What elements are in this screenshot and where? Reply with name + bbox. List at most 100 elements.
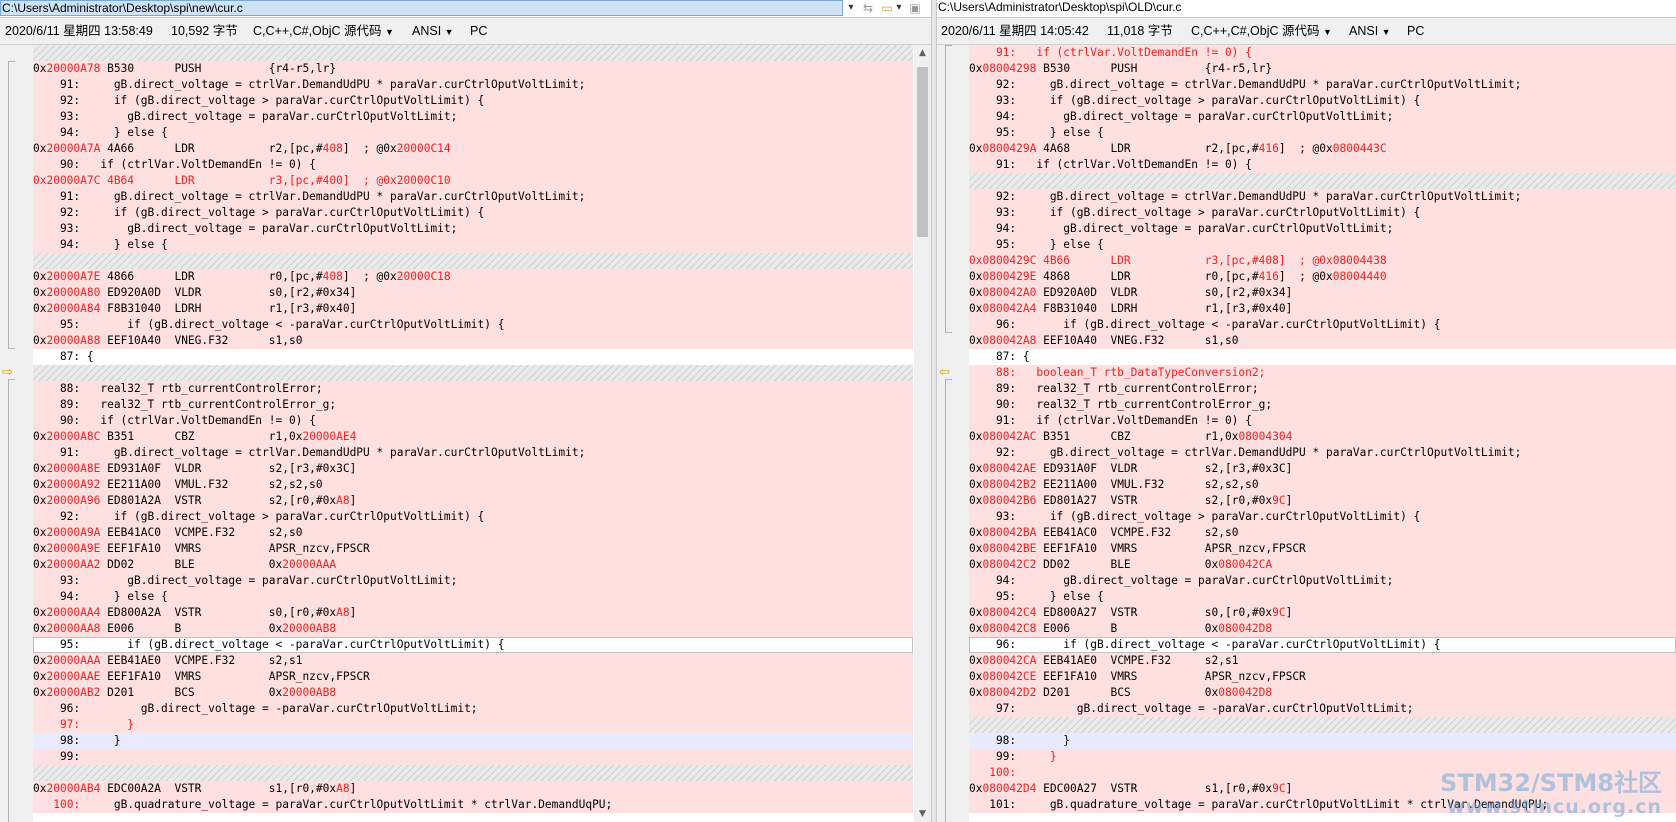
code-line[interactable]: 0x080042BE EEF1FA10 VMRS APSR_nzcv,FPSCR [969,541,1676,557]
code-line[interactable]: 92: if (gB.direct_voltage > paraVar.curC… [33,205,913,221]
code-line[interactable]: 0x080042BA EEB41AC0 VCMPE.F32 s2,s0 [969,525,1676,541]
diff-gap-row[interactable] [33,253,913,269]
code-line[interactable]: 0x080042A8 EEF10A40 VNEG.F32 s1,s0 [969,333,1676,349]
code-line[interactable]: 87: { [33,349,913,365]
code-line[interactable]: 92: if (gB.direct_voltage > paraVar.curC… [33,93,913,109]
code-line[interactable]: 92: gB.direct_voltage = ctrlVar.DemandUd… [969,189,1676,205]
code-line[interactable]: 0x20000A8E ED931A0F VLDR s2,[r3,#0x3C] [33,461,913,477]
code-line[interactable]: 92: gB.direct_voltage = ctrlVar.DemandUd… [969,77,1676,93]
code-line[interactable]: 92: gB.direct_voltage = ctrlVar.DemandUd… [969,445,1676,461]
code-line[interactable]: 94: } else { [33,125,913,141]
code-line[interactable]: 0x080042B2 EE211A00 VMUL.F32 s2,s2,s0 [969,477,1676,493]
scroll-down-icon[interactable]: ▼ [914,806,931,822]
code-line[interactable]: 0x20000AAE EEF1FA10 VMRS APSR_nzcv,FPSCR [33,669,913,685]
code-line[interactable]: 99: [33,749,913,765]
code-line[interactable]: 0x080042A0 ED920A0D VLDR s0,[r2,#0x34] [969,285,1676,301]
code-line[interactable]: 96: if (gB.direct_voltage < -paraVar.cur… [969,637,1676,653]
code-line[interactable]: 95: } else { [969,125,1676,141]
left-encoding-select[interactable]: ANSI ▼ [412,18,454,45]
code-line[interactable]: 91: if (ctrlVar.VoltDemandEn != 0) { [969,413,1676,429]
left-vertical-scrollbar[interactable]: ▲ ▼ [914,45,931,822]
left-scroll-thumb[interactable] [917,67,928,237]
code-line[interactable]: 0x20000A88 EEF10A40 VNEG.F32 s1,s0 [33,333,913,349]
code-line[interactable]: 95: if (gB.direct_voltage < -paraVar.cur… [33,637,913,653]
code-line[interactable]: 0x080042C2 DD02 BLE 0x080042CA [969,557,1676,573]
diff-gap-row[interactable] [969,717,1676,733]
code-line[interactable]: 0x20000A9E EEF1FA10 VMRS APSR_nzcv,FPSCR [33,541,913,557]
folder-open-icon[interactable]: ▭ [880,1,894,15]
code-line[interactable]: 0x20000AAA EEB41AE0 VCMPE.F32 s2,s1 [33,653,913,669]
right-path-input[interactable]: C:\Users\Administrator\Desktop\spi\OLD\c… [937,0,1676,16]
code-line[interactable]: 98: } [969,733,1676,749]
code-line[interactable]: 0x080042A4 F8B31040 LDRH r1,[r3,#0x40] [969,301,1676,317]
code-line[interactable]: 91: gB.direct_voltage = ctrlVar.DemandUd… [33,77,913,93]
code-line[interactable]: 0x08004298 B530 PUSH {r4-r5,lr} [969,61,1676,77]
code-line[interactable]: 0x20000AB2 D201 BCS 0x20000AB8 [33,685,913,701]
left-code-view[interactable]: 0x20000A78 B530 PUSH {r4-r5,lr} 91: gB.d… [33,45,913,822]
scroll-up-icon[interactable]: ▲ [914,45,931,61]
code-line[interactable]: 96: if (gB.direct_voltage < -paraVar.cur… [969,317,1676,333]
code-line[interactable]: 99: } [969,749,1676,765]
code-line[interactable]: 95: } else { [969,589,1676,605]
code-line[interactable]: 0x080042B6 ED801A27 VSTR s2,[r0,#0x9C] [969,493,1676,509]
code-line[interactable]: 97: } [33,717,913,733]
code-line[interactable]: 87: { [969,349,1676,365]
code-line[interactable]: 95: if (gB.direct_voltage < -paraVar.cur… [33,317,913,333]
code-line[interactable]: 0x080042AC B351 CBZ r1,0x08004304 [969,429,1676,445]
code-line[interactable]: 96: gB.direct_voltage = -paraVar.curCtrl… [33,701,913,717]
code-line[interactable]: 0x20000A7E 4866 LDR r0,[pc,#408] ; @0x20… [33,269,913,285]
code-line[interactable]: 94: gB.direct_voltage = paraVar.curCtrlO… [969,109,1676,125]
code-line[interactable]: 90: if (ctrlVar.VoltDemandEn != 0) { [33,157,913,173]
code-line[interactable]: 90: real32_T rtb_currentControlError_g; [969,397,1676,413]
code-line[interactable]: 93: if (gB.direct_voltage > paraVar.curC… [969,93,1676,109]
right-code-view[interactable]: 91: if (ctrlVar.VoltDemandEn != 0) {0x08… [969,45,1676,822]
code-line[interactable]: 91: if (ctrlVar.VoltDemandEn != 0) { [969,157,1676,173]
code-line[interactable]: 0x080042CA EEB41AE0 VCMPE.F32 s2,s1 [969,653,1676,669]
diff-gap-row[interactable] [33,45,913,61]
code-line[interactable]: 91: gB.direct_voltage = ctrlVar.DemandUd… [33,189,913,205]
code-line[interactable]: 90: if (ctrlVar.VoltDemandEn != 0) { [33,413,913,429]
diff-gap-row[interactable] [969,173,1676,189]
code-line[interactable]: 0x080042AE ED931A0F VLDR s2,[r3,#0x3C] [969,461,1676,477]
code-line[interactable]: 0x20000A92 EE211A00 VMUL.F32 s2,s2,s0 [33,477,913,493]
code-line[interactable]: 0x20000A96 ED801A2A VSTR s2,[r0,#0xA8] [33,493,913,509]
code-line[interactable]: 0x080042CE EEF1FA10 VMRS APSR_nzcv,FPSCR [969,669,1676,685]
code-line[interactable]: 89: real32_T rtb_currentControlError_g; [33,397,913,413]
code-line[interactable]: 0x20000A9A EEB41AC0 VCMPE.F32 s2,s0 [33,525,913,541]
code-line[interactable]: 94: gB.direct_voltage = paraVar.curCtrlO… [969,573,1676,589]
code-line[interactable]: 0x080042C8 E006 B 0x080042D8 [969,621,1676,637]
sync-arrow-icon[interactable]: ⇨ [2,366,16,379]
code-line[interactable]: 94: gB.direct_voltage = paraVar.curCtrlO… [969,221,1676,237]
right-language-select[interactable]: C,C++,C#,ObjC 源代码 ▼ [1191,18,1332,45]
code-line[interactable]: 98: } [33,733,913,749]
code-line[interactable]: 88: boolean_T rtb_DataTypeConversion2; [969,365,1676,381]
code-line[interactable]: 91: gB.direct_voltage = ctrlVar.DemandUd… [33,445,913,461]
code-line[interactable]: 93: if (gB.direct_voltage > paraVar.curC… [969,205,1676,221]
chevron-down-icon[interactable]: ▾ [894,0,904,16]
code-line[interactable]: 94: } else { [33,237,913,253]
left-line-ending[interactable]: PC [470,18,487,44]
left-path-input[interactable]: C:\Users\Administrator\Desktop\spi\new\c… [0,0,843,16]
code-line[interactable]: 93: gB.direct_voltage = paraVar.curCtrlO… [33,573,913,589]
code-line[interactable]: 95: } else { [969,237,1676,253]
save-icon[interactable]: ▣ [908,1,922,15]
code-line[interactable]: 0x20000AA8 E006 B 0x20000AB8 [33,621,913,637]
code-line[interactable]: 93: gB.direct_voltage = paraVar.curCtrlO… [33,221,913,237]
code-line[interactable]: 0x20000A80 ED920A0D VLDR s0,[r2,#0x34] [33,285,913,301]
code-line[interactable]: 0x20000A78 B530 PUSH {r4-r5,lr} [33,61,913,77]
diff-gap-row[interactable] [33,365,913,381]
code-line[interactable]: 97: gB.direct_voltage = -paraVar.curCtrl… [969,701,1676,717]
code-line[interactable]: 0x080042C4 ED800A27 VSTR s0,[r0,#0x9C] [969,605,1676,621]
code-line[interactable]: 93: if (gB.direct_voltage > paraVar.curC… [969,509,1676,525]
code-line[interactable]: 91: if (ctrlVar.VoltDemandEn != 0) { [969,45,1676,61]
code-line[interactable]: 0x0800429C 4B66 LDR r3,[pc,#408] ; @0x08… [969,253,1676,269]
code-line[interactable]: 88: real32_T rtb_currentControlError; [33,381,913,397]
code-line[interactable]: 0x20000A7A 4A66 LDR r2,[pc,#408] ; @0x20… [33,141,913,157]
left-language-select[interactable]: C,C++,C#,ObjC 源代码 ▼ [253,18,394,45]
back-arrow-icon[interactable]: ⇆ [861,1,875,15]
right-encoding-select[interactable]: ANSI ▼ [1349,18,1391,45]
chevron-down-icon[interactable]: ▾ [843,0,859,16]
code-line[interactable]: 0x20000AB4 EDC00A2A VSTR s1,[r0,#0xA8] [33,781,913,797]
code-line[interactable]: 0x20000AA4 ED800A2A VSTR s0,[r0,#0xA8] [33,605,913,621]
code-line[interactable]: 0x20000AA2 DD02 BLE 0x20000AAA [33,557,913,573]
